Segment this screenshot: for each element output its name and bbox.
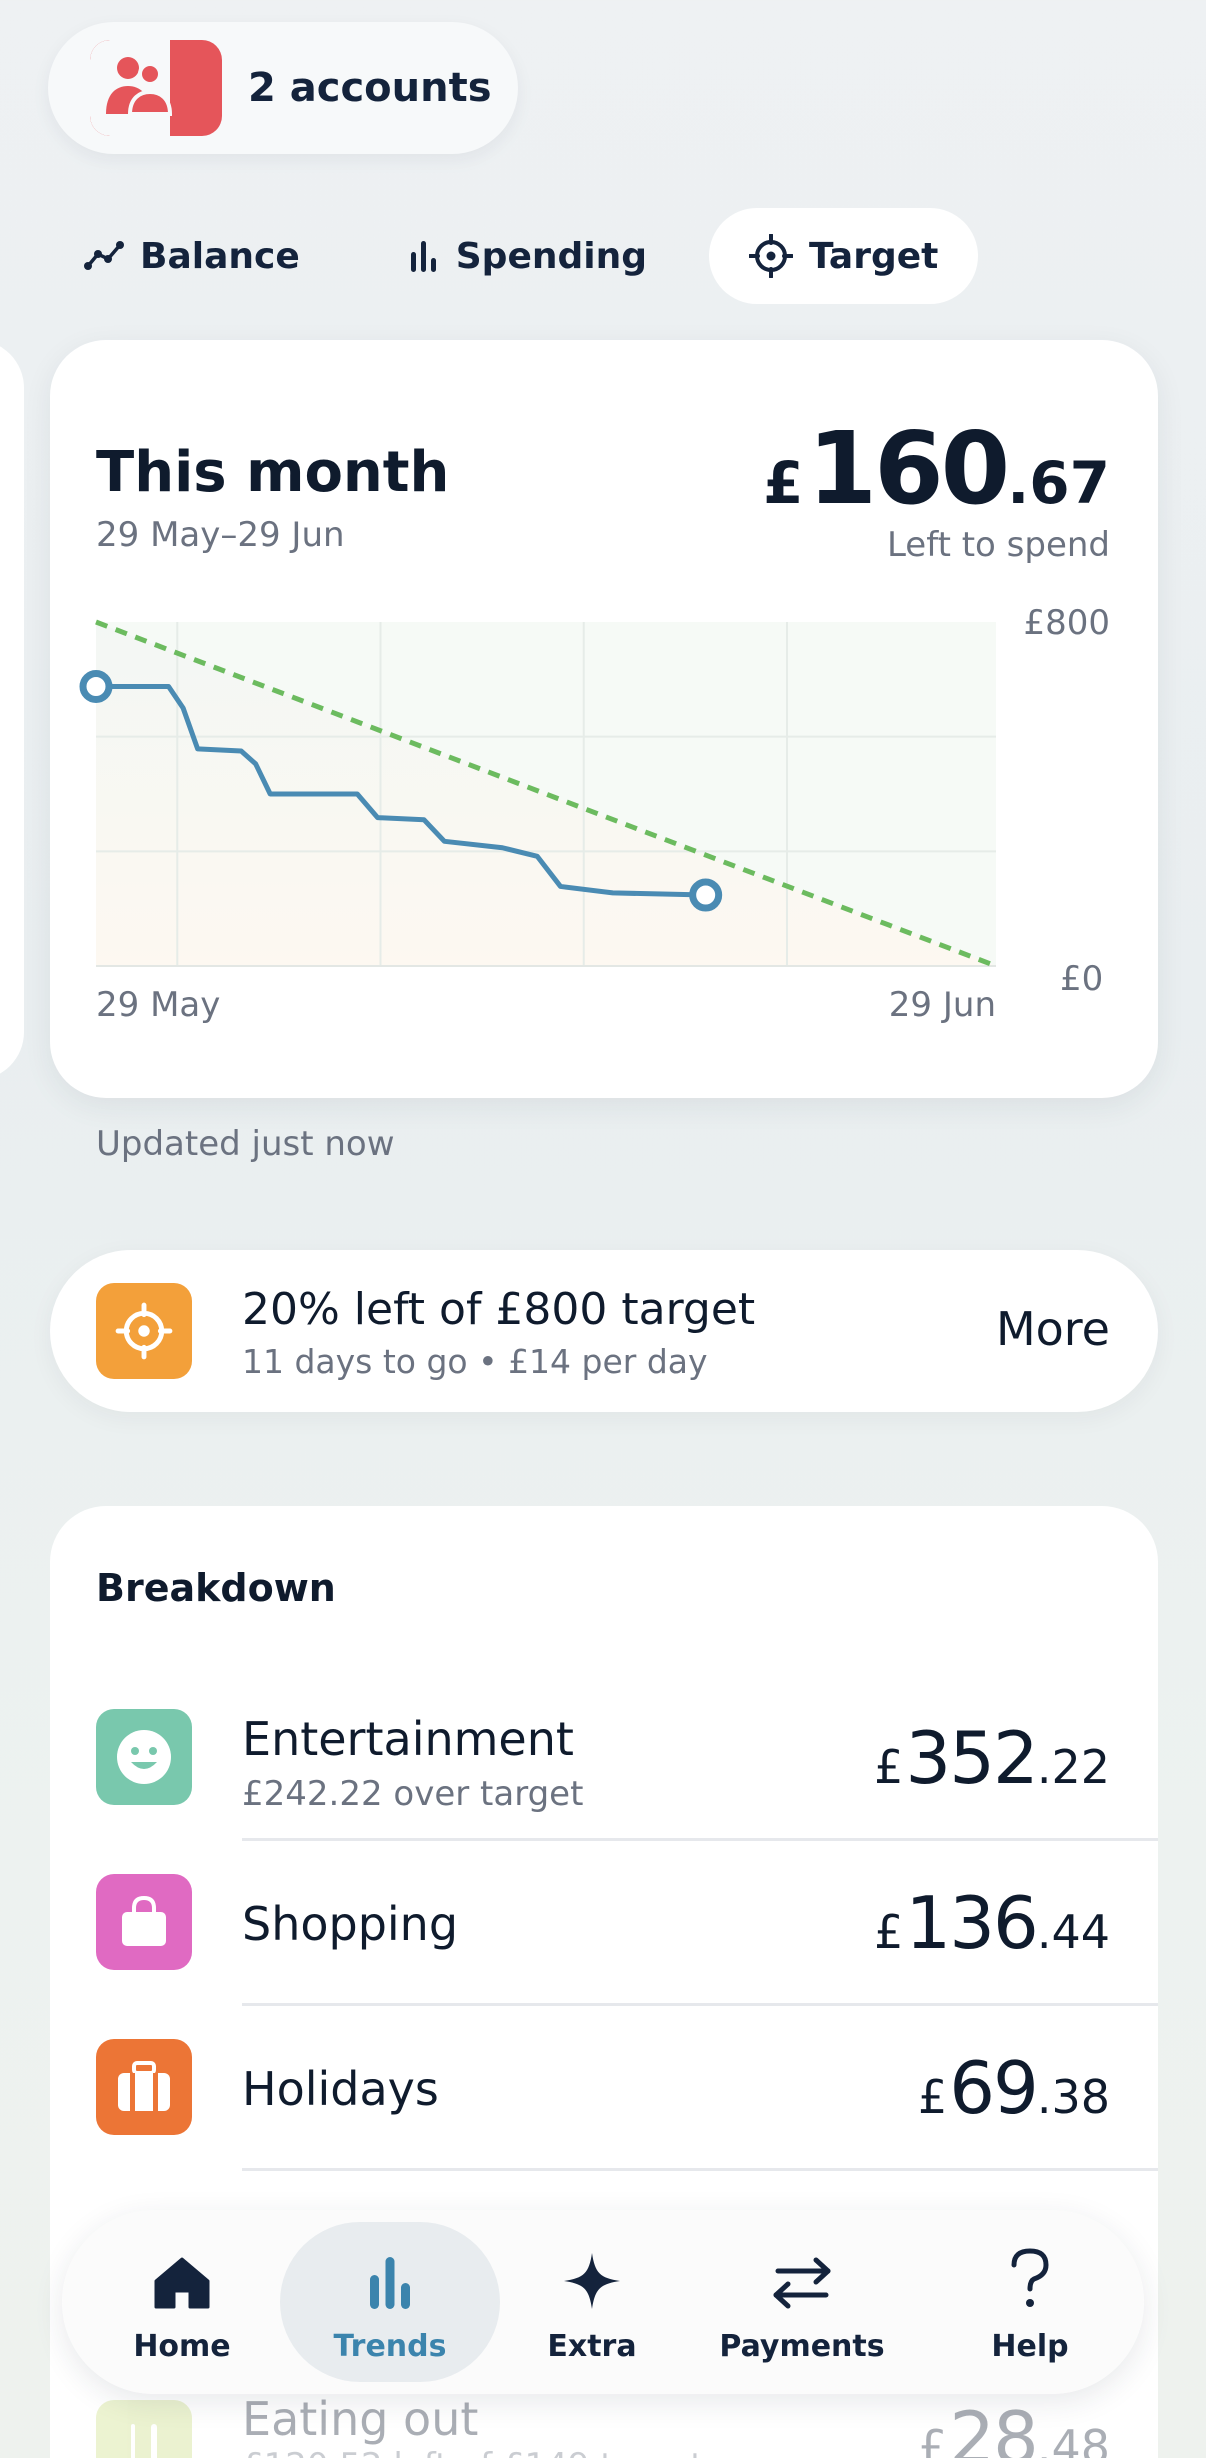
category-amount: £ 136 .44 (874, 1881, 1110, 1965)
sparkle-icon (562, 2251, 622, 2315)
category-name: Holidays (242, 2062, 439, 2116)
target-icon (96, 1283, 192, 1379)
category-subtitle: £242.22 over target (242, 1774, 584, 1814)
category-amount: £ 69 .38 (918, 2046, 1110, 2130)
nav-trends-label: Trends (333, 2329, 447, 2364)
tab-spending-label: Spending (455, 235, 647, 277)
category-amount-fraction: .48 (1036, 2420, 1110, 2458)
spending-current-point (689, 878, 723, 912)
nav-home[interactable]: Home (122, 2222, 242, 2382)
category-subtitle: £120.52 left of £149 target (242, 2446, 704, 2458)
nav-extra-label: Extra (547, 2329, 637, 2364)
bar-chart-icon (408, 238, 440, 274)
target-chart: £800 £0 29 May 29 Jun (79, 603, 1110, 1025)
bar-chart-icon (366, 2255, 414, 2315)
question-icon (1008, 2247, 1052, 2315)
tab-balance-label: Balance (140, 235, 300, 277)
bottom-navigation: Home Trends Extra Payments Help (62, 2210, 1144, 2394)
category-amount-currency: £ (917, 2420, 948, 2458)
home-icon (152, 2255, 212, 2315)
accounts-label: 2 accounts (248, 65, 492, 111)
people-icon (90, 40, 222, 136)
shopping-bag-icon (96, 1874, 192, 1970)
nav-payments[interactable]: Payments (719, 2222, 885, 2382)
row-divider (242, 2168, 1158, 2171)
tab-spending[interactable]: Spending (384, 208, 671, 304)
category-amount-currency: £ (917, 2070, 948, 2124)
nav-trends[interactable]: Trends (280, 2222, 500, 2382)
breakdown-title: Breakdown (96, 1566, 336, 1610)
smiley-icon (96, 1709, 192, 1805)
category-amount: £ 28 .48 (918, 2396, 1110, 2458)
more-button[interactable]: More (996, 1302, 1110, 1356)
category-amount-fraction: .44 (1036, 1905, 1110, 1959)
target-icon (749, 234, 793, 278)
target-progress-title: 20% left of £800 target (242, 1284, 756, 1335)
category-amount-fraction: .38 (1036, 2070, 1110, 2124)
category-amount: £ 352 .22 (874, 1716, 1110, 1800)
previous-month-card[interactable] (0, 340, 24, 1080)
category-amount-fraction: .22 (1036, 1740, 1110, 1794)
category-amount-currency: £ (874, 1905, 904, 1959)
category-amount-currency: £ (874, 1740, 904, 1794)
tab-target-label: Target (809, 235, 939, 277)
y-tick-label-max: £800 (1023, 603, 1110, 643)
updated-status: Updated just now (96, 1124, 395, 1164)
category-name: Shopping (242, 1897, 459, 1951)
category-amount-whole: 352 (905, 1716, 1038, 1800)
y-tick-label-min: £0 (1060, 959, 1103, 999)
tab-balance[interactable]: Balance (62, 208, 324, 304)
category-row-shopping[interactable]: Shopping £ 136 .44 (50, 1841, 1158, 2006)
category-amount-whole: 69 (949, 2046, 1039, 2130)
category-amount-whole: 28 (949, 2396, 1039, 2458)
target-summary-row[interactable]: 20% left of £800 target 11 days to go • … (50, 1250, 1158, 1412)
spending-start-point (79, 670, 113, 703)
category-name: Eating out (242, 2392, 479, 2446)
x-tick-label-start: 29 May (96, 985, 220, 1025)
line-chart-icon (84, 240, 124, 272)
category-amount-whole: 136 (905, 1881, 1038, 1965)
suitcase-icon (96, 2039, 192, 2135)
transfer-arrows-icon (768, 2255, 836, 2315)
nav-help-label: Help (991, 2329, 1069, 2364)
trend-tabs: Balance Spending Target (62, 208, 979, 304)
nav-help[interactable]: Help (970, 2222, 1090, 2382)
target-progress-subtitle: 11 days to go • £14 per day (242, 1342, 708, 1381)
x-tick-label-end: 29 Jun (889, 985, 996, 1025)
category-row-holidays[interactable]: Holidays £ 69 .38 (50, 2006, 1158, 2171)
tab-target[interactable]: Target (709, 208, 979, 304)
target-summary-card: This month 29 May–29 Jun £ 160 .67 Left … (50, 340, 1158, 1098)
accounts-switcher[interactable]: 2 accounts (48, 22, 518, 154)
nav-extra[interactable]: Extra (532, 2222, 652, 2382)
category-row-entertainment[interactable]: Entertainment £242.22 over target £ 352 … (50, 1676, 1158, 1841)
nav-home-label: Home (133, 2329, 231, 2364)
cutlery-icon (96, 2400, 192, 2458)
nav-payments-label: Payments (719, 2329, 885, 2364)
category-name: Entertainment (242, 1712, 574, 1766)
